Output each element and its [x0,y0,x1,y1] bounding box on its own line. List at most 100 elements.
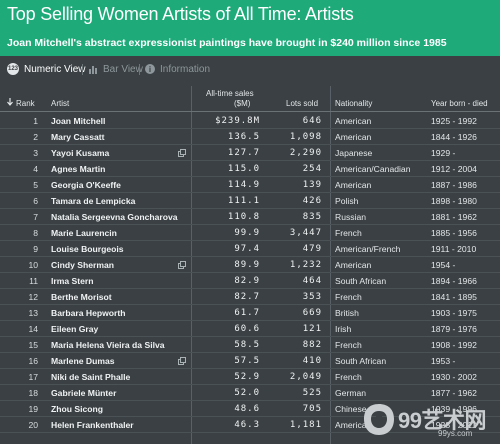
table-row[interactable]: 6 Tamara de Lempicka 111.1 426 Polish 1898 - … [0,193,500,209]
column-header-lots[interactable]: Lots sold [286,99,318,108]
table-row[interactable]: 10 Cindy Sherman 89.9 1,232 American 1954 - [0,257,500,273]
sort-down-arrow-icon[interactable] [7,98,13,108]
years-cell: 1881 - 1962 [431,212,477,222]
artist-name-cell[interactable]: Joan Mitchell [51,116,105,126]
years-cell: 1887 - 1986 [431,180,477,190]
external-link-icon[interactable] [178,149,186,157]
artist-name-cell[interactable]: Agnes Martin [51,164,105,174]
rank-cell: 2 [33,132,38,142]
artist-name-cell[interactable]: Helen Frankenthaler [51,420,134,430]
lots-sold-cell: 2,049 [289,372,322,382]
lots-sold-cell: 835 [302,212,322,222]
sales-cell: 99.9 [234,228,260,238]
nationality-cell: American/French [335,244,401,254]
lots-sold-cell: 464 [302,276,322,286]
years-cell: 1898 - 1980 [431,196,477,206]
tab-numeric-view[interactable]: 123 Numeric View [7,61,86,77]
artist-name-cell[interactable]: Georgia O'Keeffe [51,180,121,190]
tab-divider [139,64,140,75]
table-row[interactable]: 17 Niki de Saint Phalle 52.9 2,049 French 193… [0,369,500,385]
table-row[interactable]: 12 Berthe Morisot 82.7 353 French 1841 - 1895 [0,289,500,305]
lots-sold-cell: 669 [302,308,322,318]
years-cell: 1879 - 1976 [431,324,477,334]
table-row[interactable]: 8 Marie Laurencin 99.9 3,447 French 1885 - 19… [0,225,500,241]
lots-sold-cell: 646 [302,116,322,126]
table-row[interactable]: 11 Irma Stern 82.9 464 South African 1894 - 1… [0,273,500,289]
nationality-cell: French [335,372,362,382]
table-header: Rank Artist All-time sales ($M) Lots sol… [0,84,500,112]
lots-sold-cell: 121 [302,324,322,334]
nationality-cell: American/Canadian [335,164,411,174]
info-icon: i [145,64,155,74]
lots-sold-cell: 254 [302,164,322,174]
nationality-cell: South African [335,356,387,366]
table-row[interactable]: 5 Georgia O'Keeffe 114.9 139 American 1887 - … [0,177,500,193]
years-cell: 1912 - 2004 [431,164,477,174]
artist-name-cell[interactable]: Mary Cassatt [51,132,105,142]
sales-cell: 46.3 [234,420,260,430]
artist-name-cell[interactable]: Barbara Hepworth [51,308,126,318]
artist-name-cell[interactable]: Zhou Sicong [51,404,103,414]
artist-name-cell[interactable]: Marie Laurencin [51,228,117,238]
rank-cell: 4 [33,164,38,174]
table-row[interactable]: 1 Joan Mitchell $239.8M 646 American 1925 - 1… [0,113,500,129]
rank-cell: 9 [33,244,38,254]
external-link-icon[interactable] [178,261,186,269]
column-header-sales[interactable]: All-time sales [206,89,254,98]
table-row[interactable]: 15 Maria Helena Vieira da Silva 58.5 882 Fre… [0,337,500,353]
artist-name-cell[interactable]: Irma Stern [51,276,94,286]
artist-name-cell[interactable]: Gabriele Münter [51,388,116,398]
sales-cell: 114.9 [227,180,260,190]
view-tabs: 123 Numeric View Bar View i Information [0,58,500,78]
nationality-cell: German [335,388,367,398]
tab-bar-view[interactable]: Bar View [88,61,143,77]
header-banner: Top Selling Women Artists of All Time: A… [0,0,500,56]
lots-sold-cell: 705 [302,404,322,414]
rank-cell: 17 [28,372,38,382]
tab-bar-view-label: Bar View [103,63,143,75]
artist-name-cell[interactable]: Marlene Dumas [51,356,115,366]
sales-cell: 136.5 [227,132,260,142]
table-row[interactable]: 13 Barbara Hepworth 61.7 669 British 1903 - 1… [0,305,500,321]
external-link-icon[interactable] [178,357,186,365]
rank-cell: 8 [33,228,38,238]
page-title: Top Selling Women Artists of All Time: A… [7,4,354,24]
page-subtitle: Joan Mitchell's abstract expressionist p… [7,37,447,49]
artist-name-cell[interactable]: Niki de Saint Phalle [51,372,130,382]
watermark: 99艺术网 99ys.com [356,398,500,444]
table-row[interactable]: 2 Mary Cassatt 136.5 1,098 American 1844 - 19… [0,129,500,145]
artist-name-cell[interactable]: Natalia Sergeevna Goncharova [51,212,178,222]
years-cell: 1925 - 1992 [431,116,477,126]
table-row[interactable]: 16 Marlene Dumas 57.5 410 South African 1953 … [0,353,500,369]
tab-divider [82,64,83,75]
nationality-cell: British [335,308,359,318]
table-row[interactable]: 14 Eileen Gray 60.6 121 Irish 1879 - 1976 [0,321,500,337]
column-header-rank[interactable]: Rank [16,99,35,108]
sales-cell: 89.9 [234,260,260,270]
lots-sold-cell: 1,181 [289,420,322,430]
rank-cell: 16 [28,356,38,366]
years-cell: 1903 - 1975 [431,308,477,318]
column-header-years[interactable]: Year born - died [431,99,488,108]
artist-name-cell[interactable]: Berthe Morisot [51,292,112,302]
table-row[interactable]: 3 Yayoi Kusama 127.7 2,290 Japanese 1929 - [0,145,500,161]
nationality-cell: American [335,116,372,126]
column-header-nationality[interactable]: Nationality [335,99,372,108]
artist-name-cell[interactable]: Louise Bourgeois [51,244,124,254]
column-header-artist[interactable]: Artist [51,99,69,108]
table-row[interactable]: 7 Natalia Sergeevna Goncharova 110.8 835 Rus… [0,209,500,225]
nationality-cell: Polish [335,196,359,206]
artist-name-cell[interactable]: Eileen Gray [51,324,98,334]
years-cell: 1954 - [431,260,456,270]
nationality-cell: American [335,180,372,190]
rank-cell: 13 [28,308,38,318]
lots-sold-cell: 353 [302,292,322,302]
nationality-cell: French [335,228,362,238]
table-row[interactable]: 4 Agnes Martin 115.0 254 American/Canadian 19… [0,161,500,177]
artist-name-cell[interactable]: Tamara de Lempicka [51,196,135,206]
table-row[interactable]: 9 Louise Bourgeois 97.4 479 American/French 1… [0,241,500,257]
artist-name-cell[interactable]: Yayoi Kusama [51,148,109,158]
artist-name-cell[interactable]: Maria Helena Vieira da Silva [51,340,165,350]
artist-name-cell[interactable]: Cindy Sherman [51,260,114,270]
tab-information[interactable]: i Information [145,61,210,77]
